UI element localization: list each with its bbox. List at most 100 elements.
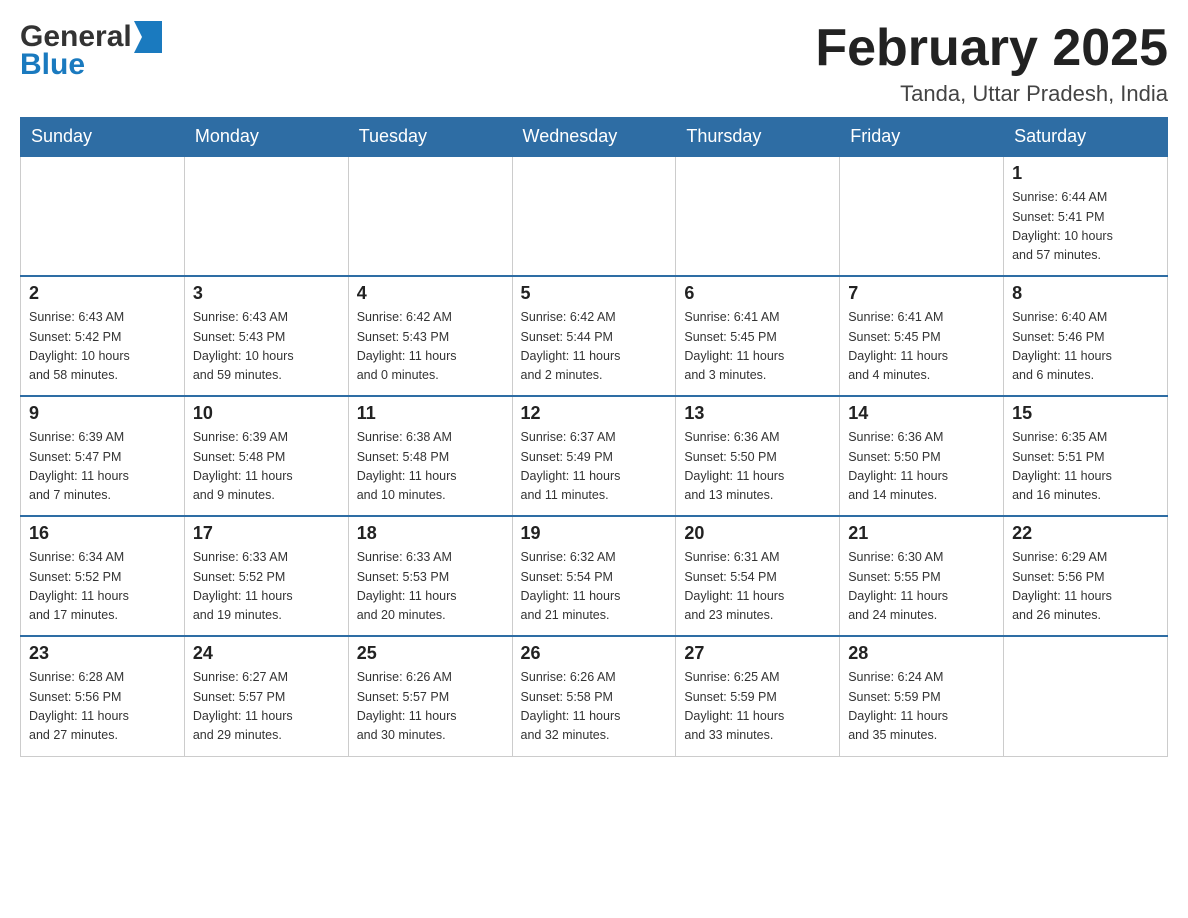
logo: General Blue	[20, 20, 162, 82]
day-number: 17	[193, 523, 340, 544]
calendar-day: 9 Sunrise: 6:39 AMSunset: 5:47 PMDaylight…	[21, 396, 185, 516]
day-info: Sunrise: 6:26 AMSunset: 5:57 PMDaylight:…	[357, 668, 504, 746]
calendar-day: 18 Sunrise: 6:33 AMSunset: 5:53 PMDayligh…	[348, 516, 512, 636]
day-info: Sunrise: 6:32 AMSunset: 5:54 PMDaylight:…	[521, 548, 668, 626]
header-thursday: Thursday	[676, 118, 840, 157]
calendar-day	[840, 156, 1004, 276]
day-info: Sunrise: 6:40 AMSunset: 5:46 PMDaylight:…	[1012, 308, 1159, 386]
calendar-day: 27 Sunrise: 6:25 AMSunset: 5:59 PMDayligh…	[676, 636, 840, 756]
calendar-day: 25 Sunrise: 6:26 AMSunset: 5:57 PMDayligh…	[348, 636, 512, 756]
day-info: Sunrise: 6:35 AMSunset: 5:51 PMDaylight:…	[1012, 428, 1159, 506]
day-number: 19	[521, 523, 668, 544]
logo-blue: Blue	[20, 48, 85, 81]
calendar-day: 7 Sunrise: 6:41 AMSunset: 5:45 PMDaylight…	[840, 276, 1004, 396]
day-info: Sunrise: 6:25 AMSunset: 5:59 PMDaylight:…	[684, 668, 831, 746]
calendar-day: 1 Sunrise: 6:44 AMSunset: 5:41 PMDaylight…	[1004, 156, 1168, 276]
calendar-day: 12 Sunrise: 6:37 AMSunset: 5:49 PMDayligh…	[512, 396, 676, 516]
day-number: 10	[193, 403, 340, 424]
day-number: 27	[684, 643, 831, 664]
calendar-day: 21Sunrise: 6:30 AMSunset: 5:55 PMDayligh…	[840, 516, 1004, 636]
calendar-week-2: 2 Sunrise: 6:43 AMSunset: 5:42 PMDaylight…	[21, 276, 1168, 396]
day-info: Sunrise: 6:36 AMSunset: 5:50 PMDaylight:…	[684, 428, 831, 506]
day-info: Sunrise: 6:37 AMSunset: 5:49 PMDaylight:…	[521, 428, 668, 506]
day-info: Sunrise: 6:36 AMSunset: 5:50 PMDaylight:…	[848, 428, 995, 506]
calendar-day: 8 Sunrise: 6:40 AMSunset: 5:46 PMDaylight…	[1004, 276, 1168, 396]
calendar-day: 13 Sunrise: 6:36 AMSunset: 5:50 PMDayligh…	[676, 396, 840, 516]
day-info: Sunrise: 6:34 AMSunset: 5:52 PMDaylight:…	[29, 548, 176, 626]
header-sunday: Sunday	[21, 118, 185, 157]
day-info: Sunrise: 6:24 AMSunset: 5:59 PMDaylight:…	[848, 668, 995, 746]
day-number: 1	[1012, 163, 1159, 184]
calendar-day: 4Sunrise: 6:42 AMSunset: 5:43 PMDaylight…	[348, 276, 512, 396]
day-number: 9	[29, 403, 176, 424]
day-number: 28	[848, 643, 995, 664]
calendar-day: 14 Sunrise: 6:36 AMSunset: 5:50 PMDayligh…	[840, 396, 1004, 516]
calendar-day	[512, 156, 676, 276]
calendar-day	[348, 156, 512, 276]
month-title: February 2025	[815, 20, 1168, 77]
page-header: General Blue February 2025 Tanda, Uttar …	[20, 20, 1168, 107]
day-info: Sunrise: 6:43 AMSunset: 5:43 PMDaylight:…	[193, 308, 340, 386]
day-info: Sunrise: 6:29 AMSunset: 5:56 PMDaylight:…	[1012, 548, 1159, 626]
day-number: 25	[357, 643, 504, 664]
logo-arrow-icon	[134, 21, 162, 53]
day-info: Sunrise: 6:31 AMSunset: 5:54 PMDaylight:…	[684, 548, 831, 626]
day-number: 14	[848, 403, 995, 424]
calendar-day: 3 Sunrise: 6:43 AMSunset: 5:43 PMDaylight…	[184, 276, 348, 396]
day-number: 18	[357, 523, 504, 544]
day-number: 11	[357, 403, 504, 424]
calendar-table: Sunday Monday Tuesday Wednesday Thursday…	[20, 117, 1168, 757]
day-info: Sunrise: 6:39 AMSunset: 5:48 PMDaylight:…	[193, 428, 340, 506]
day-number: 2	[29, 283, 176, 304]
day-number: 13	[684, 403, 831, 424]
day-number: 8	[1012, 283, 1159, 304]
day-info: Sunrise: 6:33 AMSunset: 5:52 PMDaylight:…	[193, 548, 340, 626]
calendar-day: 5Sunrise: 6:42 AMSunset: 5:44 PMDaylight…	[512, 276, 676, 396]
day-number: 21	[848, 523, 995, 544]
header-tuesday: Tuesday	[348, 118, 512, 157]
day-number: 23	[29, 643, 176, 664]
day-number: 20	[684, 523, 831, 544]
calendar-day: 15Sunrise: 6:35 AMSunset: 5:51 PMDayligh…	[1004, 396, 1168, 516]
calendar-week-3: 9 Sunrise: 6:39 AMSunset: 5:47 PMDaylight…	[21, 396, 1168, 516]
day-number: 12	[521, 403, 668, 424]
day-info: Sunrise: 6:43 AMSunset: 5:42 PMDaylight:…	[29, 308, 176, 386]
calendar-day: 28 Sunrise: 6:24 AMSunset: 5:59 PMDayligh…	[840, 636, 1004, 756]
day-info: Sunrise: 6:41 AMSunset: 5:45 PMDaylight:…	[848, 308, 995, 386]
day-info: Sunrise: 6:42 AMSunset: 5:44 PMDaylight:…	[521, 308, 668, 386]
day-number: 6	[684, 283, 831, 304]
calendar-day: 10 Sunrise: 6:39 AMSunset: 5:48 PMDayligh…	[184, 396, 348, 516]
day-number: 22	[1012, 523, 1159, 544]
calendar-day	[1004, 636, 1168, 756]
calendar-week-1: 1 Sunrise: 6:44 AMSunset: 5:41 PMDaylight…	[21, 156, 1168, 276]
calendar-day: 23 Sunrise: 6:28 AMSunset: 5:56 PMDayligh…	[21, 636, 185, 756]
day-number: 16	[29, 523, 176, 544]
calendar-week-4: 16 Sunrise: 6:34 AMSunset: 5:52 PMDayligh…	[21, 516, 1168, 636]
day-info: Sunrise: 6:39 AMSunset: 5:47 PMDaylight:…	[29, 428, 176, 506]
day-number: 4	[357, 283, 504, 304]
day-info: Sunrise: 6:33 AMSunset: 5:53 PMDaylight:…	[357, 548, 504, 626]
header-wednesday: Wednesday	[512, 118, 676, 157]
day-info: Sunrise: 6:27 AMSunset: 5:57 PMDaylight:…	[193, 668, 340, 746]
day-number: 7	[848, 283, 995, 304]
calendar-week-5: 23 Sunrise: 6:28 AMSunset: 5:56 PMDayligh…	[21, 636, 1168, 756]
day-info: Sunrise: 6:41 AMSunset: 5:45 PMDaylight:…	[684, 308, 831, 386]
day-info: Sunrise: 6:38 AMSunset: 5:48 PMDaylight:…	[357, 428, 504, 506]
calendar-day: 19 Sunrise: 6:32 AMSunset: 5:54 PMDayligh…	[512, 516, 676, 636]
calendar-day: 6 Sunrise: 6:41 AMSunset: 5:45 PMDaylight…	[676, 276, 840, 396]
header-monday: Monday	[184, 118, 348, 157]
day-info: Sunrise: 6:26 AMSunset: 5:58 PMDaylight:…	[521, 668, 668, 746]
calendar-day: 11 Sunrise: 6:38 AMSunset: 5:48 PMDayligh…	[348, 396, 512, 516]
day-info: Sunrise: 6:44 AMSunset: 5:41 PMDaylight:…	[1012, 188, 1159, 266]
day-number: 3	[193, 283, 340, 304]
day-info: Sunrise: 6:28 AMSunset: 5:56 PMDaylight:…	[29, 668, 176, 746]
calendar-day: 16 Sunrise: 6:34 AMSunset: 5:52 PMDayligh…	[21, 516, 185, 636]
calendar-day: 2 Sunrise: 6:43 AMSunset: 5:42 PMDaylight…	[21, 276, 185, 396]
header-saturday: Saturday	[1004, 118, 1168, 157]
calendar-day	[21, 156, 185, 276]
calendar-day: 24Sunrise: 6:27 AMSunset: 5:57 PMDayligh…	[184, 636, 348, 756]
calendar-day: 17 Sunrise: 6:33 AMSunset: 5:52 PMDayligh…	[184, 516, 348, 636]
day-number: 26	[521, 643, 668, 664]
calendar-header-row: Sunday Monday Tuesday Wednesday Thursday…	[21, 118, 1168, 157]
calendar-day: 22 Sunrise: 6:29 AMSunset: 5:56 PMDayligh…	[1004, 516, 1168, 636]
